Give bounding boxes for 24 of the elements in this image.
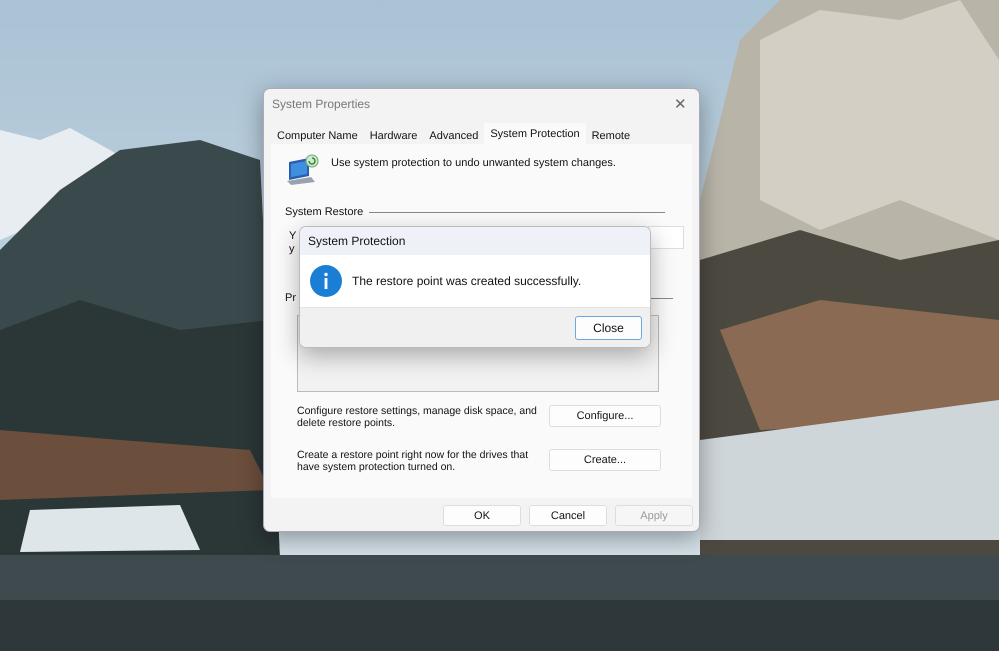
message-text: The restore point was created successfully.: [352, 274, 582, 288]
text-fragment: Y: [289, 230, 296, 243]
close-button[interactable]: Close: [575, 316, 642, 340]
window-title: System Properties: [272, 97, 370, 111]
tab[interactable]: Remote: [586, 125, 636, 144]
tab[interactable]: Hardware: [364, 125, 424, 144]
group-label: Pr: [285, 292, 296, 304]
restore-button[interactable]: [648, 226, 684, 249]
tab[interactable]: Computer Name: [271, 125, 364, 144]
text-fragment: y: [289, 243, 296, 256]
action-button[interactable]: Create...: [549, 449, 661, 471]
group-label: System Restore: [285, 206, 364, 218]
tab[interactable]: Advanced: [423, 125, 484, 144]
action-button[interactable]: Configure...: [549, 405, 661, 427]
action-description: Create a restore point right now for the drives that have system protection turned on.: [297, 449, 530, 473]
info-icon: [310, 265, 342, 297]
message-box-title: System Protection: [308, 234, 406, 248]
dialog-button[interactable]: OK: [443, 505, 521, 526]
action-description: Configure restore settings, manage disk space, and delete restore points.: [297, 405, 538, 429]
close-button[interactable]: ✕: [670, 95, 691, 113]
intro-text: Use system protection to undo unwanted system changes.: [331, 157, 616, 169]
dialog-button[interactable]: Cancel: [529, 505, 607, 526]
computer-icon: [285, 154, 321, 186]
tab[interactable]: System Protection: [484, 123, 586, 144]
